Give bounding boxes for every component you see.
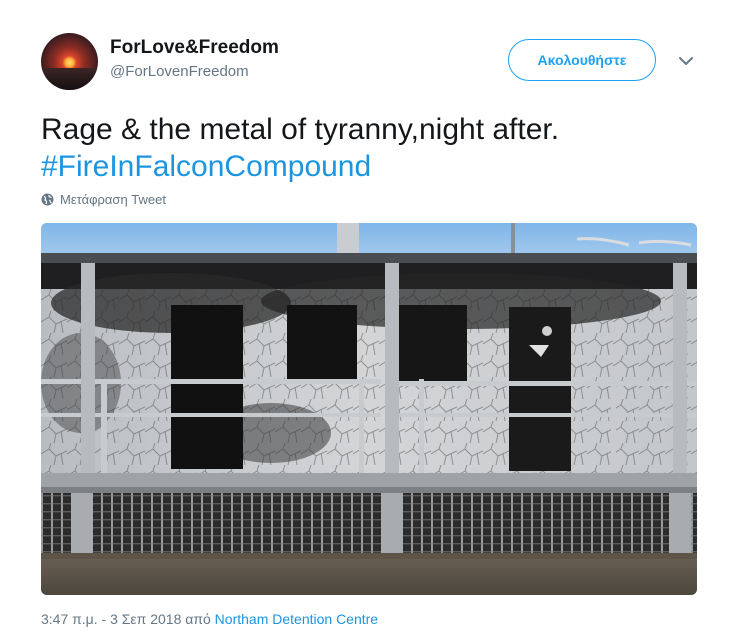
chevron-down-icon	[679, 57, 693, 65]
tweet-menu-button[interactable]	[674, 50, 698, 72]
tweet-timestamp: 3:47 π.μ. - 3 Σεπ 2018 από Northam Deten…	[41, 611, 378, 627]
follow-button[interactable]: Ακολουθήστε	[508, 39, 656, 81]
author-info[interactable]: ForLove&Freedom @ForLovenFreedom	[110, 37, 279, 82]
author-display-name[interactable]: ForLove&Freedom	[110, 37, 279, 59]
author-avatar[interactable]	[41, 33, 98, 90]
translate-tweet-link[interactable]: Μετάφραση Tweet	[41, 192, 166, 207]
tweet-body-text: Rage & the metal of tyranny,night after.	[41, 113, 560, 146]
author-handle[interactable]: @ForLovenFreedom	[110, 62, 279, 82]
globe-icon	[41, 193, 54, 206]
tweet-media-photo[interactable]	[41, 223, 697, 595]
hashtag-link[interactable]: #FireInFalconCompound	[41, 148, 701, 185]
tweet-text: Rage & the metal of tyranny,night after.…	[41, 111, 701, 185]
burned-building-image	[41, 223, 697, 595]
tweet-card: ForLove&Freedom @ForLovenFreedom Ακολουθ…	[0, 0, 735, 644]
tweet-location-link[interactable]: Northam Detention Centre	[215, 611, 378, 627]
timestamp-text[interactable]: 3:47 π.μ. - 3 Σεπ 2018 από	[41, 611, 211, 627]
translate-label: Μετάφραση Tweet	[60, 192, 166, 207]
